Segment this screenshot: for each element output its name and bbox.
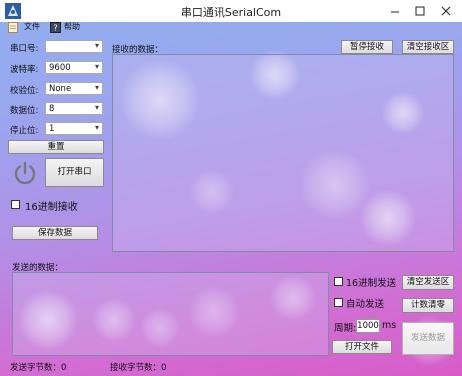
reset-count-button[interactable]: 计数清零 [402,298,454,313]
databits-label: 数据位: [10,106,39,116]
maximize-icon[interactable] [408,2,432,20]
menu-help[interactable]: 帮助 [64,21,80,32]
reset-count-button-label: 计数清零 [410,300,445,310]
period-input[interactable]: 1000 [356,319,380,333]
open-file-button[interactable]: 打开文件 [332,340,392,354]
help-icon: ? [50,22,61,33]
hex-send-label: 16进制发送 [346,278,397,289]
received-bytes-status: 接收字节数：0 [110,363,167,373]
port-select[interactable]: ▾ [45,40,103,53]
app-window: 串口通讯SerialCom 文件 ? 帮助 串口号: ▾ 波特率: 9600 ▾… [0,0,462,376]
chevron-down-icon: ▾ [94,83,99,92]
chevron-down-icon: ▾ [94,123,99,132]
pause-receive-button[interactable]: 暂停接收 [341,40,393,54]
databits-value: 8 [49,104,55,114]
parity-value: None [49,84,72,94]
clear-send-button-label: 清空发送区 [406,277,450,287]
period-value: 1000 [357,321,379,331]
port-label: 串口号: [10,44,39,54]
parity-select[interactable]: None ▾ [45,82,103,95]
receive-textarea[interactable] [112,54,454,252]
svg-text:?: ? [53,24,57,33]
send-data-button[interactable]: 发送数据 [402,322,454,355]
open-port-button[interactable]: 打开串口 [45,158,104,187]
stopbits-label: 停止位: [10,126,39,136]
save-data-button-label: 保存数据 [37,228,72,238]
parity-label: 校验位: [10,86,39,96]
clear-receive-button[interactable]: 清空接收区 [402,40,454,54]
clear-send-button[interactable]: 清空发送区 [402,275,454,290]
minimize-icon[interactable] [383,2,407,20]
databits-select[interactable]: 8 ▾ [45,102,103,115]
chevron-down-icon: ▾ [94,103,99,112]
period-label: 周期: [334,323,357,334]
save-data-button[interactable]: 保存数据 [12,226,98,240]
auto-send-label: 自动发送 [346,299,385,310]
chevron-down-icon: ▾ [94,41,99,50]
stopbits-value: 1 [49,124,55,134]
clear-receive-button-label: 清空接收区 [406,42,450,52]
close-icon[interactable] [434,2,458,20]
baud-label: 波特率: [10,65,39,75]
menu-bar: 文件 ? 帮助 [0,20,200,36]
reset-button-label: 重置 [47,142,65,152]
open-file-button-label: 打开文件 [344,342,379,352]
reset-button[interactable]: 重置 [8,140,104,154]
sent-bytes-status: 发送字节数：0 [10,363,67,373]
stopbits-select[interactable]: 1 ▾ [45,122,103,135]
hex-receive-checkbox[interactable] [11,200,20,209]
open-port-button-label: 打开串口 [57,167,92,177]
send-data-button-label: 发送数据 [410,333,445,343]
period-unit: ms [382,320,397,331]
chevron-down-icon: ▾ [94,62,99,71]
hex-receive-label: 16进制接收 [25,202,78,213]
pause-receive-button-label: 暂停接收 [349,42,384,52]
file-icon [8,22,18,33]
baud-value: 9600 [49,63,71,73]
menu-file[interactable]: 文件 [24,21,40,32]
title-bar[interactable]: 串口通讯SerialCom [0,0,462,22]
baud-select[interactable]: 9600 ▾ [45,61,103,74]
hex-send-checkbox[interactable] [334,277,343,286]
auto-send-checkbox[interactable] [334,298,343,307]
power-icon [14,161,36,185]
send-textarea[interactable] [12,272,329,356]
